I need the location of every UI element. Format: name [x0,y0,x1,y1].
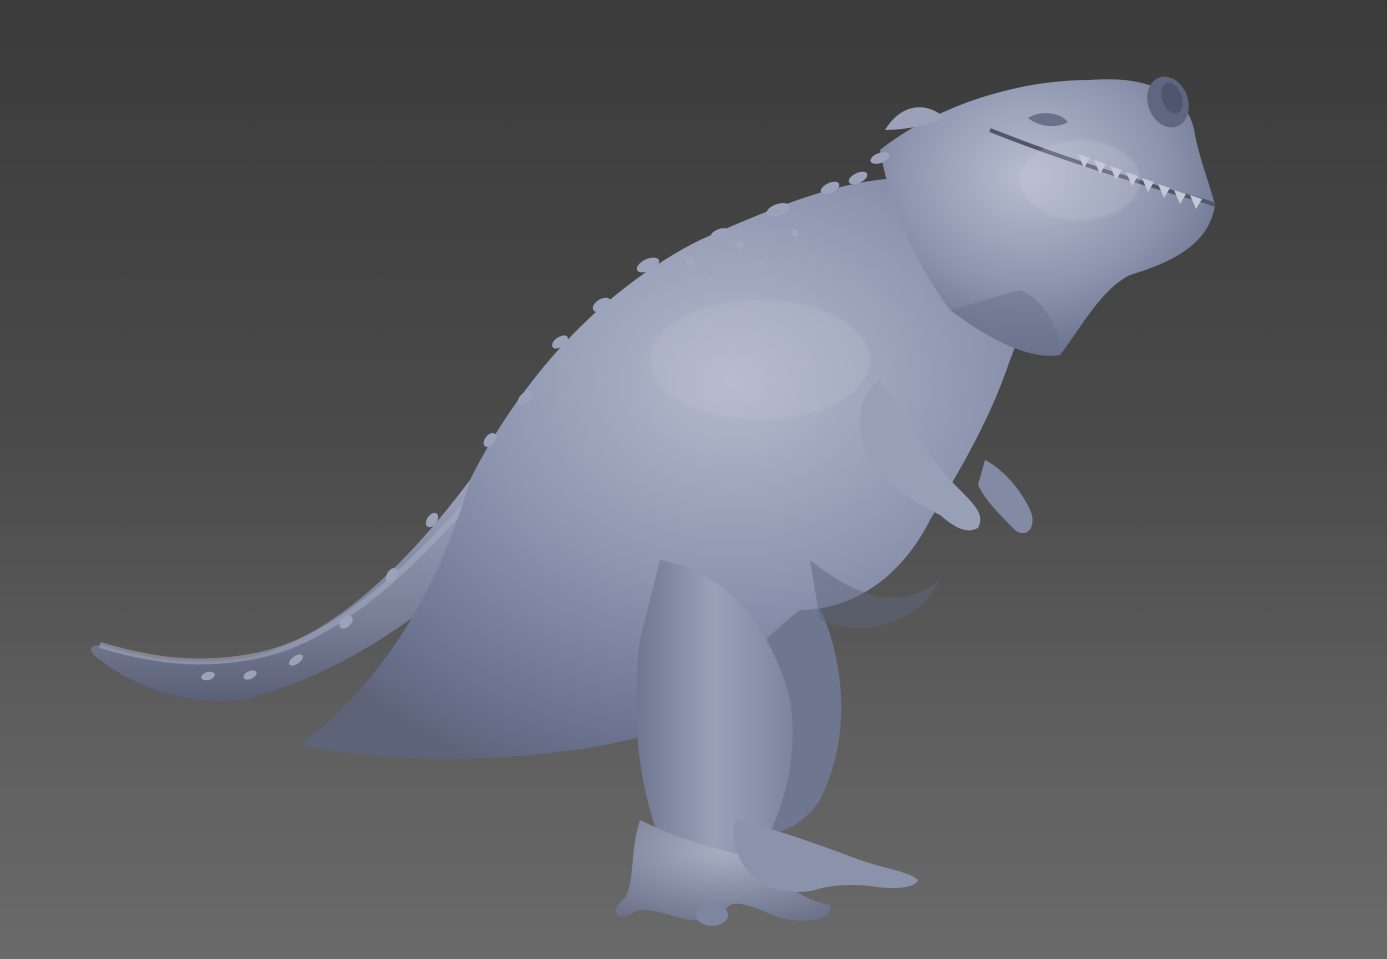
toe [696,904,728,926]
arm-far [978,460,1033,534]
3d-viewport[interactable] [0,0,1387,959]
foot-far [733,820,918,892]
sculpt-render [91,76,1216,926]
